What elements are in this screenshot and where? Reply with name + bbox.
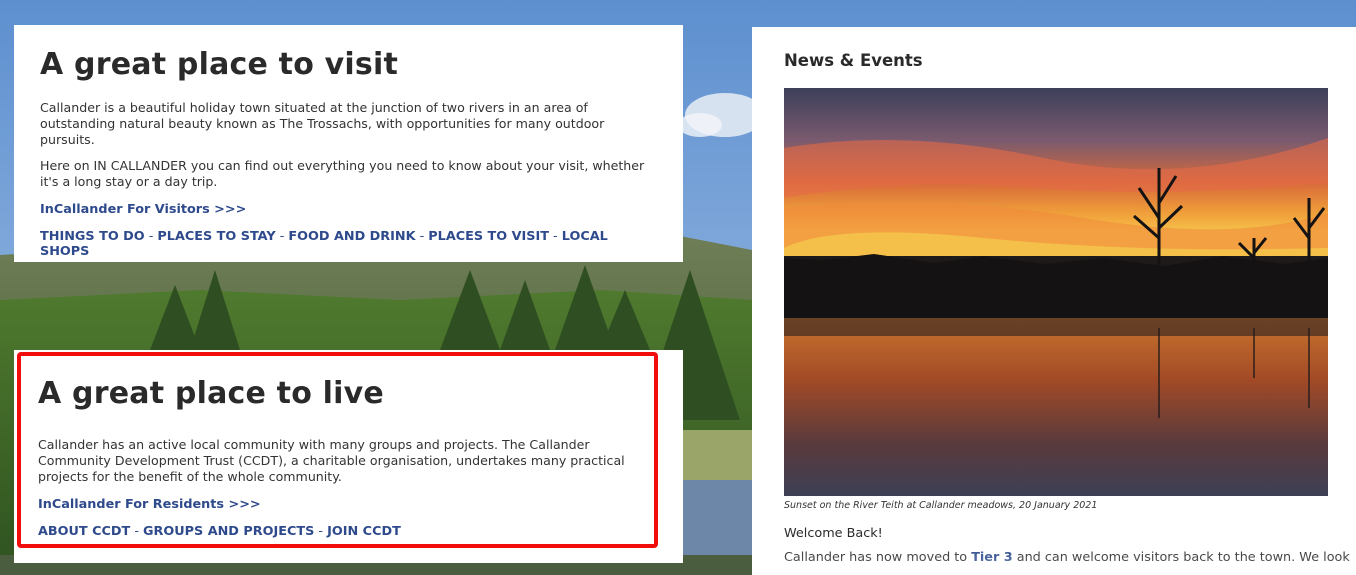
groups-and-projects-link[interactable]: GROUPS AND PROJECTS xyxy=(143,524,314,539)
places-to-visit-link[interactable]: PLACES TO VISIT xyxy=(428,229,549,244)
link-separator: - xyxy=(130,524,144,539)
live-card: A great place to live Callander has an a… xyxy=(14,350,683,563)
welcome-text: Welcome Back! xyxy=(784,526,883,541)
join-ccdt-link[interactable]: JOIN CCDT xyxy=(327,524,401,539)
live-intro-text: Callander has an active local community … xyxy=(38,437,625,484)
body-suffix: and can welcome visitors back to the tow… xyxy=(1012,550,1350,565)
link-separator: - xyxy=(275,229,289,244)
visitors-more-link[interactable]: InCallander For Visitors >>> xyxy=(40,202,657,217)
places-to-stay-link[interactable]: PLACES TO STAY xyxy=(157,229,275,244)
residents-more-link[interactable]: InCallander For Residents >>> xyxy=(38,497,659,512)
live-title: A great place to live xyxy=(38,376,384,411)
sunset-photo[interactable] xyxy=(784,88,1328,496)
link-separator: - xyxy=(314,524,328,539)
news-card: News & Events Sunset on the River Teith … xyxy=(752,27,1356,575)
body-prefix: Callander has now moved to xyxy=(784,550,972,565)
photo-caption: Sunset on the River Teith at Callander m… xyxy=(784,500,1098,511)
link-separator: - xyxy=(415,229,429,244)
link-separator: - xyxy=(144,229,158,244)
news-heading: News & Events xyxy=(784,51,923,70)
news-body-text: Callander has now moved to Tier 3 and ca… xyxy=(784,550,1350,565)
live-links-row: ABOUT CCDT - GROUPS AND PROJECTS - JOIN … xyxy=(38,524,659,539)
visit-detail-text: Here on IN CALLANDER you can find out ev… xyxy=(40,158,645,189)
about-ccdt-link[interactable]: ABOUT CCDT xyxy=(38,524,130,539)
visit-title: A great place to visit xyxy=(40,47,398,82)
visit-card: A great place to visit Callander is a be… xyxy=(14,25,683,262)
things-to-do-link[interactable]: THINGS TO DO xyxy=(40,229,145,244)
visit-links-row: THINGS TO DO - PLACES TO STAY - FOOD AND… xyxy=(40,229,657,259)
tier-3-link[interactable]: Tier 3 xyxy=(971,550,1012,565)
link-separator: - xyxy=(548,229,562,244)
food-and-drink-link[interactable]: FOOD AND DRINK xyxy=(288,229,415,244)
visit-intro-text: Callander is a beautiful holiday town si… xyxy=(40,100,605,147)
